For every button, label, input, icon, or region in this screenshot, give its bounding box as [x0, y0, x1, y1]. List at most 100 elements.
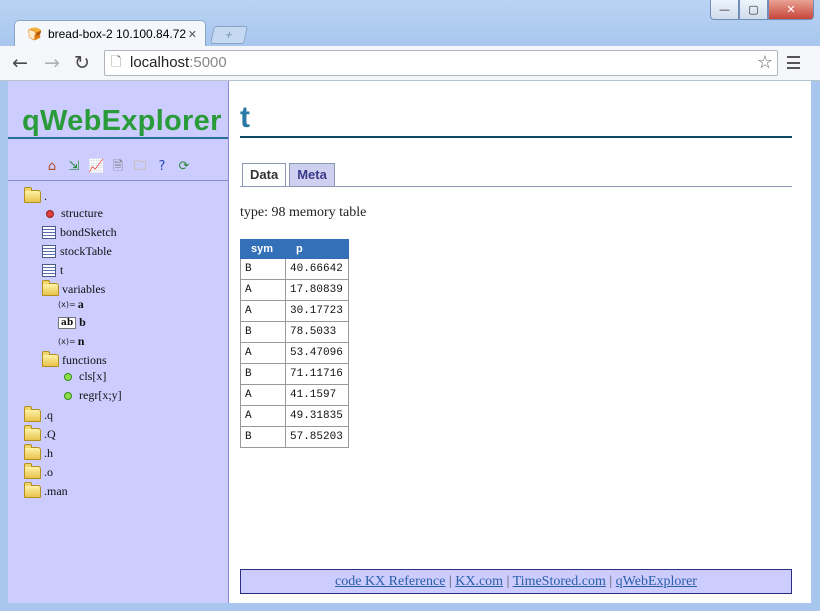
tree-label: regr[x;y]	[79, 388, 122, 402]
document-icon[interactable]: 🗎	[110, 159, 126, 175]
folder-open-icon	[42, 351, 59, 367]
tree-item-functions[interactable]: functions	[42, 351, 107, 368]
table-icon	[42, 264, 56, 277]
column-header-p[interactable]: p	[285, 239, 349, 259]
close-window-button[interactable]: ✕	[768, 0, 814, 20]
tree-item-ns-q[interactable]: .q	[24, 406, 53, 423]
tree-label: n	[77, 334, 85, 348]
back-arrow-icon[interactable]: ←	[12, 50, 28, 76]
page-icon: 🗋	[111, 55, 122, 70]
main-content: t Data Meta type: 98 memory table sym p …	[240, 81, 800, 603]
table-row: A 17.80839	[240, 279, 349, 301]
home-icon[interactable]: ⌂	[44, 159, 60, 175]
table-row: A 41.1597	[240, 384, 349, 406]
tree-label: t	[60, 263, 64, 277]
tree-label: bondSketch	[60, 225, 117, 239]
tabs-divider	[240, 186, 792, 187]
page-title: t	[240, 101, 250, 134]
browser-tab[interactable]: 🍞 bread-box-2 10.100.84.72 ✕	[14, 20, 206, 47]
tree-item-stockTable[interactable]: stockTable	[42, 244, 112, 259]
tab-close-icon[interactable]: ✕	[188, 28, 197, 41]
tree-item-root[interactable]: .	[24, 187, 47, 204]
tree-item-ns-h[interactable]: .h	[24, 444, 53, 461]
link-timestored[interactable]: TimeStored.com	[513, 574, 606, 589]
folder-icon	[24, 463, 41, 479]
link-separator: |	[506, 574, 510, 589]
new-tab-button[interactable]: +	[210, 26, 248, 44]
tree-item-function-cls[interactable]: cls[x]	[64, 369, 106, 384]
help-icon[interactable]: ?	[154, 159, 170, 175]
folder-icon[interactable]: 🗀	[132, 159, 148, 175]
export-icon[interactable]: ⇲	[66, 159, 82, 175]
forward-arrow-icon[interactable]: →	[44, 50, 60, 76]
minimize-button[interactable]: —	[710, 0, 739, 20]
tree-item-bondSketch[interactable]: bondSketch	[42, 225, 117, 240]
table-row: A 49.31835	[240, 405, 349, 427]
link-qwebexplorer[interactable]: qWebExplorer	[616, 574, 697, 589]
window-titlebar: — ▢ ✕ 🍞 bread-box-2 10.100.84.72 ✕ +	[0, 0, 820, 47]
sidebar: qWebExplorer ⌂ ⇲ 📈 🗎 🗀 ? ⟳ . structure b…	[8, 81, 229, 603]
maximize-button[interactable]: ▢	[739, 0, 768, 20]
cell-p: 71.11716	[285, 363, 349, 385]
tree-label: .h	[44, 446, 53, 460]
refresh-icon[interactable]: ⟳	[176, 159, 192, 175]
table-row: A 53.47096	[240, 342, 349, 364]
tree-item-var-n[interactable]: (x)= n	[58, 334, 84, 349]
tree-item-ns-Q[interactable]: .Q	[24, 425, 56, 442]
string-variable-icon: ab	[58, 316, 77, 329]
folder-icon	[24, 482, 41, 498]
tab-title: bread-box-2 10.100.84.72	[47, 27, 187, 41]
chart-icon[interactable]: 📈	[88, 159, 104, 175]
data-table: sym p B 40.66642 A 17.80839 A 30.17723 B 78.…	[240, 239, 349, 448]
content-tabs: Data Meta	[242, 163, 335, 186]
brand-logo[interactable]: qWebExplorer	[22, 105, 222, 138]
reload-icon[interactable]: ↻	[74, 50, 90, 76]
tree-label: stockTable	[60, 244, 112, 258]
bread-favicon-icon: 🍞	[27, 27, 42, 41]
table-row: B 71.11716	[240, 363, 349, 385]
cell-sym: B	[240, 426, 286, 448]
tree-item-ns-o[interactable]: .o	[24, 463, 53, 480]
cell-sym: A	[240, 279, 286, 301]
cell-p: 53.47096	[285, 342, 349, 364]
cell-p: 40.66642	[285, 258, 349, 280]
tree-label: .	[44, 189, 47, 203]
tree-label: cls[x]	[79, 369, 107, 383]
tab-meta[interactable]: Meta	[289, 163, 335, 186]
cell-p: 78.5033	[285, 321, 349, 343]
tab-data[interactable]: Data	[242, 163, 287, 186]
tree-label: b	[79, 315, 86, 329]
cell-sym: B	[240, 258, 286, 280]
browser-toolbar: ← → ↻ 🗋 localhost:5000 ☆	[0, 46, 820, 81]
tree-item-structure[interactable]: structure	[46, 206, 103, 221]
title-underline	[240, 136, 792, 138]
cell-sym: A	[240, 300, 286, 322]
tree-item-ns-man[interactable]: .man	[24, 482, 68, 499]
tree-item-t[interactable]: t	[42, 263, 63, 278]
link-kx-reference[interactable]: code KX Reference	[335, 574, 445, 589]
folder-open-icon	[42, 280, 59, 296]
bookmark-star-icon[interactable]: ☆	[757, 51, 773, 75]
tree-label: .q	[44, 408, 53, 422]
function-icon	[64, 372, 72, 381]
tree-item-variables[interactable]: variables	[42, 280, 105, 297]
brand-underline	[8, 137, 228, 139]
cell-p: 41.1597	[285, 384, 349, 406]
cell-sym: A	[240, 405, 286, 427]
structure-icon	[46, 209, 54, 218]
browser-menu-icon[interactable]	[787, 56, 800, 69]
address-bar[interactable]: 🗋 localhost:5000 ☆	[104, 50, 778, 76]
link-kx-com[interactable]: KX.com	[455, 574, 503, 589]
table-icon	[42, 226, 56, 239]
folder-icon	[24, 406, 41, 422]
sidebar-divider	[8, 180, 228, 181]
tree-item-var-a[interactable]: (x)= a	[58, 297, 84, 312]
cell-p: 30.17723	[285, 300, 349, 322]
tree-label: .o	[44, 465, 53, 479]
column-header-sym[interactable]: sym	[240, 239, 286, 259]
tree-item-var-b[interactable]: ab b	[58, 315, 86, 330]
cell-p: 17.80839	[285, 279, 349, 301]
tree-item-function-regr[interactable]: regr[x;y]	[64, 388, 122, 403]
tree-label: functions	[62, 353, 107, 367]
table-row: A 30.17723	[240, 300, 349, 322]
